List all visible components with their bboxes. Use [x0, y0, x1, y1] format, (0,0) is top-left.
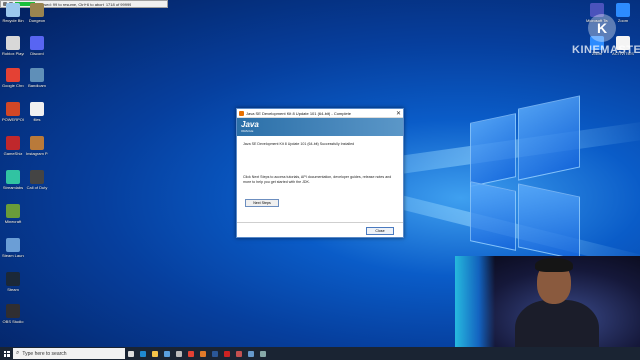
desktop-icon[interactable]: Dungeon: [26, 3, 48, 23]
desktop-icon[interactable]: Call of Duty: [26, 170, 48, 190]
chrome-icon: [188, 350, 194, 357]
taskbar: ⌕ Type here to search: [0, 347, 640, 360]
dialog-title: Java SE Development Kit 8 Update 101 (64…: [246, 110, 351, 116]
taskbar-app[interactable]: [125, 347, 137, 360]
taskbar-app[interactable]: [149, 347, 161, 360]
taskbar-app[interactable]: [137, 347, 149, 360]
desktop-icon-label: files: [33, 117, 41, 122]
bandicam-icon: [248, 350, 254, 357]
start-button[interactable]: [0, 347, 13, 360]
next-steps-message: Click Next Steps to access tutorials, AP…: [243, 175, 392, 184]
app-icon: [224, 350, 230, 357]
app-icon: [30, 136, 44, 150]
edge-icon: [140, 350, 146, 357]
windows-logo-icon: [3, 350, 10, 357]
desktop-icon[interactable]: Roblox Player: [2, 36, 24, 56]
desktop-icon-label: Instagram Post: [26, 151, 48, 156]
app-icon: [6, 68, 20, 82]
desktop-icon[interactable]: Streamlabs: [2, 170, 24, 190]
app-icon: [30, 170, 44, 184]
app-icon: [6, 36, 20, 50]
desktop-icon[interactable]: files: [26, 102, 48, 122]
search-placeholder: Type here to search: [22, 350, 67, 357]
desktop-icon-label: Bandicam: [28, 83, 46, 88]
desktop-icon-label: Roblox Player: [2, 51, 24, 56]
webcam-overlay: [455, 256, 640, 360]
desktop-icon-label: POWERPOINT: [2, 117, 24, 122]
search-icon: ⌕: [16, 350, 20, 356]
desktop-icon-label: Call of Duty: [26, 185, 48, 190]
app-icon: [30, 3, 44, 17]
desktop-icon[interactable]: POWERPOINT: [2, 102, 24, 122]
word-icon: [212, 350, 218, 357]
task-view-icon: [128, 350, 134, 357]
desktop-icon[interactable]: Recycle Bin: [2, 3, 24, 23]
desktop-icon[interactable]: OBS Studio: [2, 304, 24, 324]
taskbar-app[interactable]: [161, 347, 173, 360]
desktop-icon[interactable]: GameShiz: [2, 136, 24, 156]
desktop-icon-label: OBS Studio: [2, 319, 24, 324]
app-icon: [30, 36, 44, 50]
next-steps-button[interactable]: Next Steps: [245, 199, 279, 207]
store-icon: [164, 350, 170, 357]
close-button[interactable]: Close: [366, 227, 394, 235]
wallpaper-pane: [470, 113, 516, 187]
app-icon: [6, 238, 20, 252]
desktop-icon-label: GameShiz: [3, 151, 23, 156]
app-icon: [6, 170, 20, 184]
desktop-icon[interactable]: Bandicam: [26, 68, 48, 88]
jdk-install-complete-dialog: Java SE Development Kit 8 Update 101 (64…: [236, 108, 404, 238]
taskbar-app[interactable]: [197, 347, 209, 360]
wallpaper-pane: [518, 183, 580, 261]
file-explorer-icon: [152, 350, 158, 357]
settings-icon: [200, 350, 206, 357]
taskbar-search-box[interactable]: ⌕ Type here to search: [13, 348, 125, 359]
app-icon: [6, 272, 20, 286]
desktop-icon[interactable]: Discord: [26, 36, 48, 56]
desktop-icon[interactable]: Steam: [2, 272, 24, 292]
installer-icon: [260, 350, 266, 357]
desktop-icon[interactable]: Google Chrome: [2, 68, 24, 88]
taskbar-app[interactable]: [185, 347, 197, 360]
app-icon: [6, 102, 20, 116]
desktop-icon-label: Steam Launcher: [2, 253, 24, 258]
desktop-icon-label: Discord: [30, 51, 44, 56]
desktop-icon[interactable]: Minecraft: [2, 204, 24, 224]
kinemaster-watermark: K KINEMASTER: [572, 14, 640, 56]
mail-icon: [176, 350, 182, 357]
dialog-divider: [237, 222, 403, 223]
app-icon: [30, 68, 44, 82]
success-message: Java SE Development Kit 8 Update 101 (64…: [243, 142, 355, 146]
app-icon: [6, 3, 20, 17]
desktop-icon-label: Google Chrome: [2, 83, 24, 88]
desktop-icon[interactable]: Steam Launcher: [2, 238, 24, 258]
app-icon: [30, 102, 44, 116]
kinemaster-text: KINEMASTER: [572, 44, 640, 56]
taskbar-app[interactable]: [245, 347, 257, 360]
app-icon: [6, 136, 20, 150]
desktop-icon-label: Steam: [7, 287, 19, 292]
wallpaper-pane: [470, 181, 516, 251]
kinemaster-logo-icon: K: [588, 14, 616, 42]
desktop-icon-label: Streamlabs: [2, 185, 24, 190]
app-icon: [6, 204, 20, 218]
java-logo: Java ORACLE: [241, 120, 259, 133]
taskbar-app[interactable]: [173, 347, 185, 360]
java-icon: [236, 350, 242, 357]
recorder-frames: 1718 of 99999: [105, 1, 132, 7]
taskbar-app[interactable]: [221, 347, 233, 360]
taskbar-app[interactable]: [257, 347, 269, 360]
java-cup-icon: [239, 110, 244, 116]
taskbar-app[interactable]: [233, 347, 245, 360]
app-icon: [6, 304, 20, 318]
desktop-icon-label: Dungeon: [28, 18, 46, 23]
desktop-icon-label: Recycle Bin: [2, 18, 24, 23]
desktop-icon-label: Minecraft: [4, 219, 22, 224]
close-icon[interactable]: ✕: [396, 110, 401, 117]
dialog-titlebar[interactable]: Java SE Development Kit 8 Update 101 (64…: [237, 109, 403, 118]
taskbar-app[interactable]: [209, 347, 221, 360]
desktop-icon[interactable]: Instagram Post: [26, 136, 48, 156]
wallpaper-pane: [518, 95, 580, 181]
java-banner: Java ORACLE: [237, 118, 403, 136]
